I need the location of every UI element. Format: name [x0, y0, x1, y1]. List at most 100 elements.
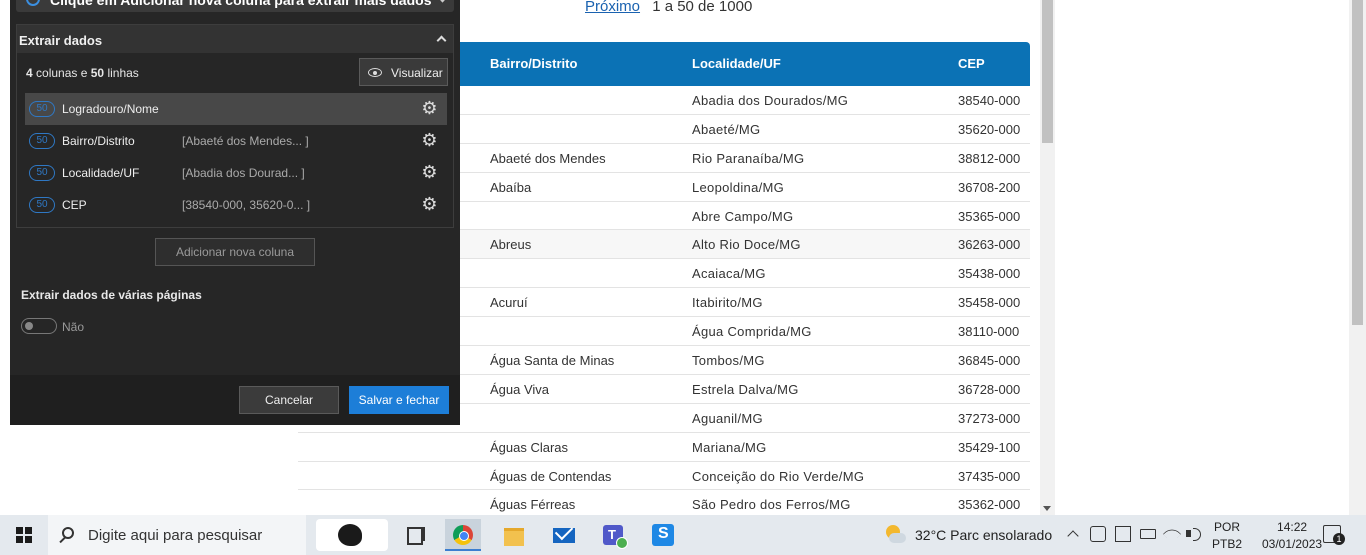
preview-button[interactable]: Visualizar — [359, 58, 448, 86]
row-count-badge: 50 — [29, 165, 55, 181]
extraction-summary: 4 colunas e 50 linhas — [26, 66, 139, 80]
save-and-close-button[interactable]: Salvar e fechar — [349, 386, 449, 414]
window-scrollbar-thumb[interactable] — [1352, 0, 1363, 325]
cell-localidade: Itabirito/MG — [692, 295, 763, 311]
wifi-icon[interactable] — [1162, 524, 1182, 544]
window-scrollbar[interactable] — [1349, 0, 1366, 515]
next-page-link[interactable]: Próximo — [585, 0, 640, 15]
teams-icon[interactable]: T — [596, 519, 632, 551]
cell-cep: 36708-200 — [958, 179, 1021, 195]
display-icon[interactable] — [1115, 526, 1131, 542]
file-explorer-icon[interactable] — [496, 519, 532, 551]
weather-text[interactable]: 32°C Parc ensolarado — [915, 527, 1052, 543]
gear-icon[interactable]: ⚙ — [421, 163, 438, 181]
column-item[interactable]: 50 CEP [38540-000, 35620-0... ] ⚙ — [25, 189, 447, 221]
column-list: 50 Logradouro/Nome ⚙ 50 Bairro/Distrito [Abae… — [25, 93, 447, 221]
cell-cep: 36263-000 — [958, 237, 1021, 253]
weather-icon[interactable] — [884, 524, 906, 546]
table-row: Águas Férreas São Pedro dos Ferros/MG 3536… — [298, 490, 1030, 515]
cell-localidade: São Pedro dos Ferros/MG — [692, 497, 851, 513]
cell-localidade: Conceição do Rio Verde/MG — [692, 468, 865, 484]
taskbar-search[interactable]: Digite aqui para pesquisar — [48, 515, 306, 555]
pagination: Próximo 1 a 50 de 1000 — [585, 0, 752, 15]
gear-icon[interactable]: ⚙ — [421, 131, 438, 149]
column-item[interactable]: 50 Localidade/UF [Abadia dos Dourad... ] ⚙ — [25, 157, 447, 189]
section-header[interactable]: Extrair dados — [17, 25, 453, 53]
search-highlight-icon[interactable] — [316, 519, 388, 551]
header-cep: CEP — [958, 56, 985, 71]
power-automate-icon[interactable]: S — [645, 519, 681, 551]
notification-count: 1 — [1333, 533, 1345, 545]
cell-cep: 37273-000 — [958, 410, 1021, 426]
multi-page-toggle-label: Não — [62, 320, 85, 334]
cell-bairro: Abaeté dos Mendes — [490, 150, 606, 166]
cell-cep: 38812-000 — [958, 150, 1021, 166]
meet-now-icon[interactable] — [1090, 526, 1106, 542]
column-preview: [Abadia dos Dourad... ] — [182, 166, 305, 180]
cell-localidade: Aguanil/MG — [692, 410, 763, 426]
cell-localidade: Abadia dos Dourados/MG — [692, 93, 849, 108]
search-placeholder: Digite aqui para pesquisar — [88, 527, 263, 544]
chrome-icon[interactable] — [445, 519, 481, 551]
cell-cep: 37435-000 — [958, 468, 1021, 484]
section-title: Extrair dados — [19, 33, 103, 48]
show-hidden-icons-icon[interactable] — [1067, 530, 1079, 542]
table-row: Águas Claras Mariana/MG 35429-100 — [298, 433, 1030, 462]
header-localidade: Localidade/UF — [692, 56, 781, 71]
tip-banner[interactable]: Clique em Adicionar nova coluna para ext… — [16, 0, 454, 12]
cell-localidade: Rio Paranaíba/MG — [692, 150, 805, 166]
eye-icon — [368, 68, 382, 77]
cell-localidade: Alto Rio Doce/MG — [692, 237, 801, 253]
cell-localidade: Abre Campo/MG — [692, 208, 794, 224]
row-count-badge: 50 — [29, 197, 55, 213]
column-name: CEP — [62, 198, 87, 212]
cell-localidade: Tombos/MG — [692, 353, 765, 369]
mail-icon[interactable] — [546, 519, 582, 551]
start-button[interactable] — [0, 515, 48, 555]
scrollbar-thumb[interactable] — [1042, 0, 1053, 143]
extract-data-panel: Clique em Adicionar nova coluna para ext… — [10, 0, 460, 425]
cell-bairro: Águas Férreas — [490, 497, 576, 513]
add-column-button[interactable]: Adicionar nova coluna — [155, 238, 315, 266]
chevron-up-icon[interactable] — [436, 35, 447, 46]
cell-cep: 38110-000 — [958, 324, 1020, 340]
cell-cep: 36845-000 — [958, 353, 1021, 369]
page-range: 1 a 50 de 1000 — [652, 0, 753, 15]
cell-bairro: Abaíba — [490, 179, 532, 195]
cell-cep: 36728-000 — [958, 381, 1021, 397]
task-view-icon[interactable] — [398, 519, 434, 551]
gear-icon[interactable]: ⚙ — [421, 195, 438, 213]
windows-logo-icon — [16, 527, 32, 543]
volume-icon[interactable] — [1186, 526, 1201, 542]
cell-localidade: Leopoldina/MG — [692, 179, 785, 195]
scroll-down-arrow-icon[interactable] — [1043, 506, 1051, 511]
table-row: Águas de Contendas Conceição do Rio Verde… — [298, 462, 1030, 491]
cell-cep: 35429-100 — [958, 439, 1021, 455]
page-scrollbar[interactable] — [1040, 0, 1055, 515]
cell-bairro: Águas de Contendas — [490, 468, 612, 484]
cell-cep: 35365-000 — [958, 208, 1021, 224]
language-indicator[interactable]: POR PTB2 — [1212, 519, 1242, 553]
multi-page-toggle[interactable] — [21, 318, 57, 334]
extract-data-section: Extrair dados 4 colunas e 50 linhas Visu… — [16, 24, 454, 228]
column-name: Logradouro/Nome — [62, 102, 159, 116]
cell-bairro: Abreus — [490, 237, 532, 253]
cell-bairro: Água Viva — [490, 381, 550, 397]
cell-bairro: Águas Claras — [490, 439, 569, 455]
column-item[interactable]: 50 Bairro/Distrito [Abaeté dos Mendes... ]… — [25, 125, 447, 157]
row-count-badge: 50 — [29, 101, 55, 117]
cell-localidade: Mariana/MG — [692, 439, 767, 455]
cancel-button[interactable]: Cancelar — [239, 386, 339, 414]
cell-cep: 35438-000 — [958, 266, 1021, 282]
gear-icon[interactable]: ⚙ — [421, 99, 438, 117]
column-name: Localidade/UF — [62, 166, 140, 180]
chevron-down-icon[interactable] — [437, 0, 448, 3]
column-item[interactable]: 50 Logradouro/Nome ⚙ — [25, 93, 447, 125]
row-count-badge: 50 — [29, 133, 55, 149]
column-name: Bairro/Distrito — [62, 134, 135, 148]
header-bairro: Bairro/Distrito — [490, 56, 578, 71]
cell-cep: 35620-000 — [958, 121, 1021, 137]
clock[interactable]: 14:22 03/01/2023 — [1262, 519, 1322, 553]
search-icon — [62, 527, 74, 539]
battery-icon[interactable] — [1140, 529, 1156, 539]
